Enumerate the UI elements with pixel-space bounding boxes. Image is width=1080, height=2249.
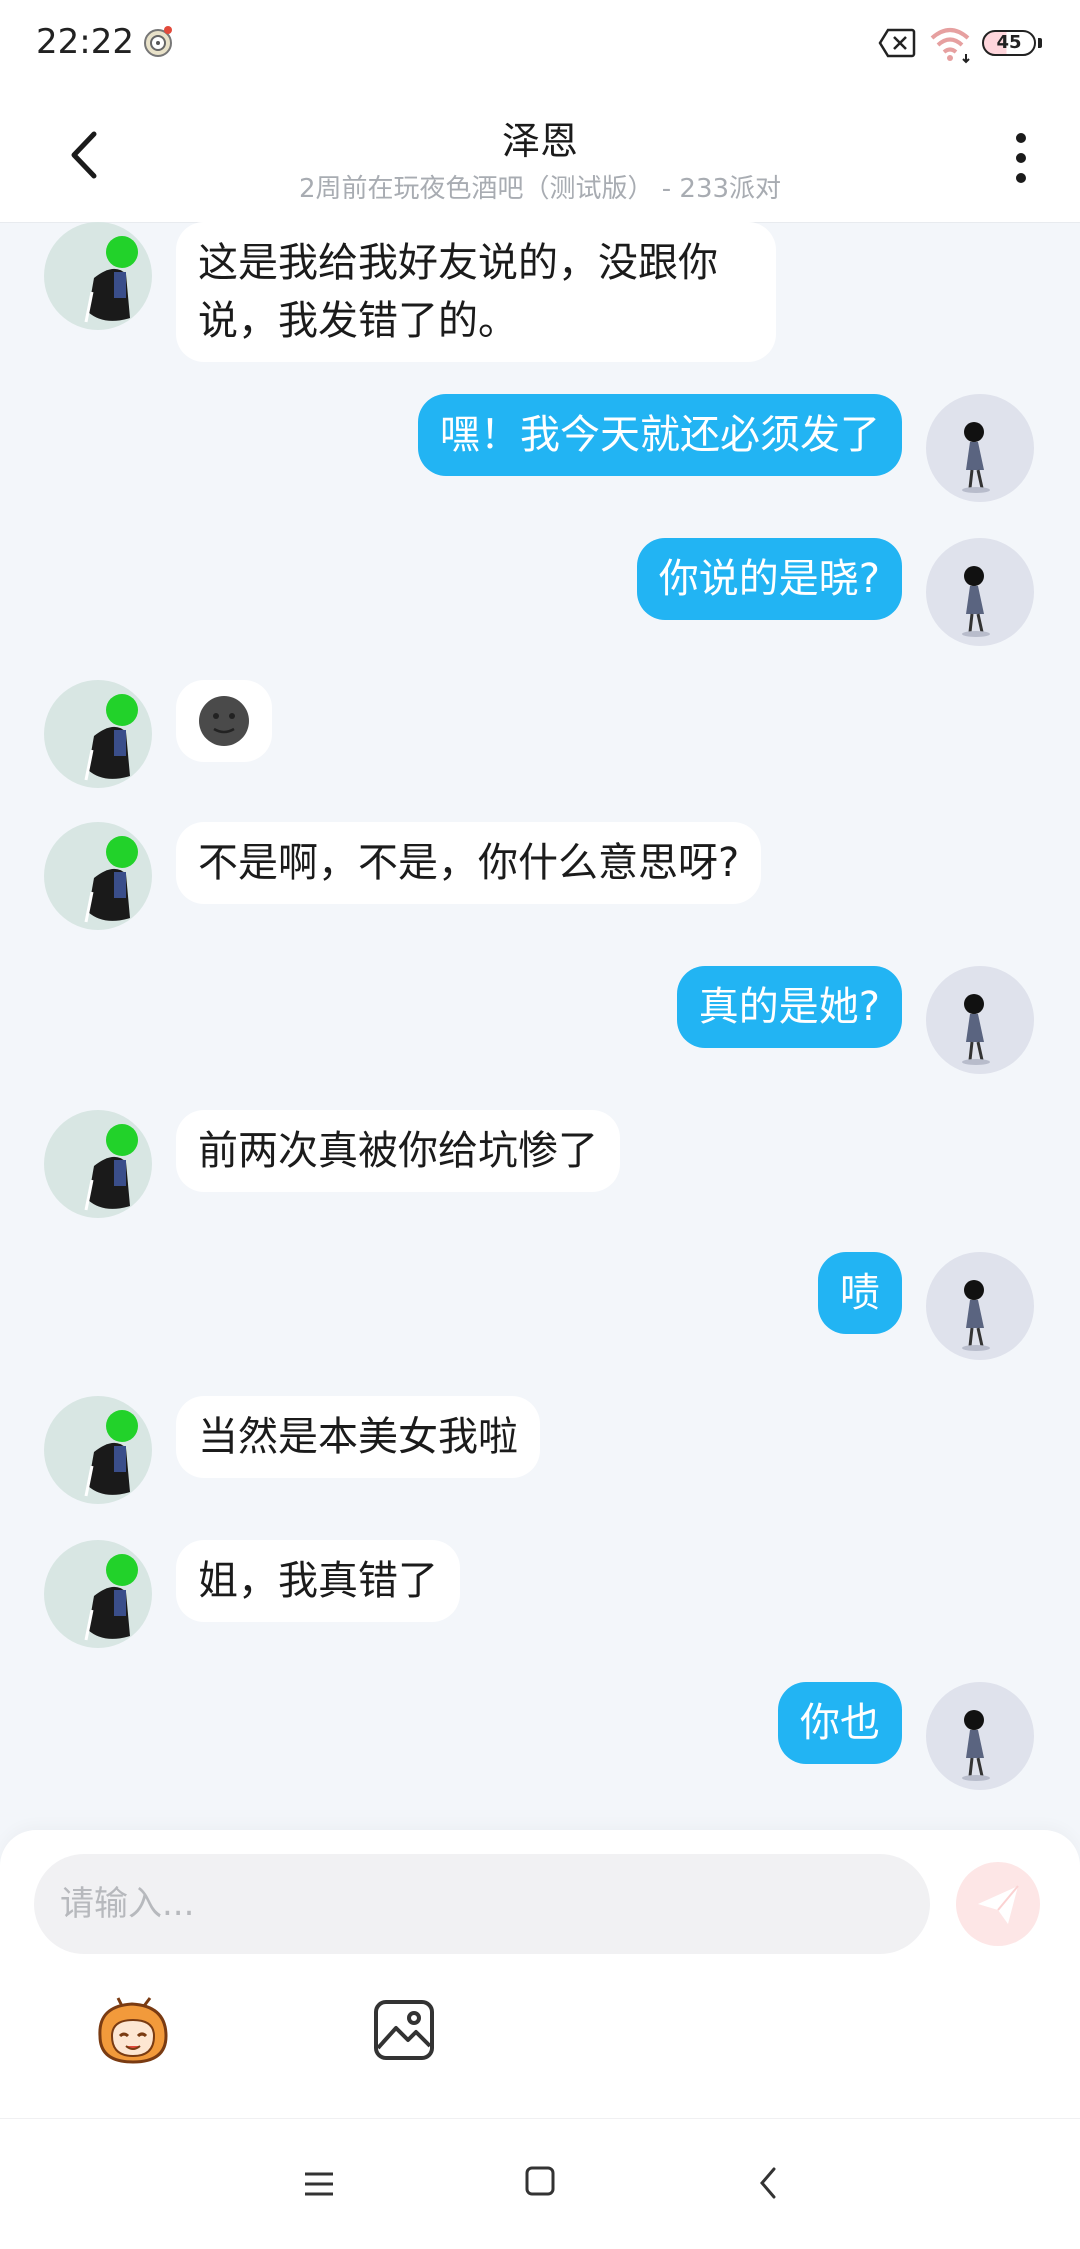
my-avatar[interactable] [926,966,1034,1074]
more-vertical-icon[interactable] [996,128,1046,188]
contact-name: 泽恩 [501,119,578,163]
message-incoming: 前两次真被你给坑惨了 [0,1110,1080,1220]
message-list[interactable]: 这是我给我好友说的，没跟你说，我发错了的。 嘿！我今天就还必须发了 你说的是晓?… [0,222,1080,1830]
message-bubble[interactable]: 你也 [778,1682,902,1764]
my-avatar[interactable] [926,394,1034,502]
composer-panel [0,1830,1080,2118]
message-bubble[interactable]: 真的是她? [676,966,902,1048]
contact-status: 2周前在玩夜色酒吧（测试版） - 233派对 [298,174,782,204]
emoji-message[interactable]: 🌚 [176,680,272,762]
message-bubble[interactable]: 啧 [818,1252,902,1334]
new-moon-face-icon [199,696,249,746]
message-bubble[interactable]: 你说的是晓? [636,538,902,620]
friend-avatar[interactable] [44,222,152,330]
message-incoming: 不是啊，不是，你什么意思呀? [0,822,1080,932]
status-bar: 22:22 45 [0,0,1080,88]
message-outgoing: 你说的是晓? [0,538,1080,648]
menu-icon[interactable] [302,2167,336,2201]
message-bubble[interactable]: 姐，我真错了 [176,1540,460,1622]
home-icon[interactable] [524,2165,556,2197]
friend-avatar[interactable] [44,680,152,788]
back-icon[interactable] [756,2163,780,2203]
wifi-icon [930,28,970,64]
friend-avatar[interactable] [44,1540,152,1648]
my-avatar[interactable] [926,538,1034,646]
friend-avatar[interactable] [44,1110,152,1218]
message-outgoing: 你也 [0,1682,1080,1792]
message-outgoing: 啧 [0,1252,1080,1362]
send-button[interactable] [956,1862,1040,1946]
alarm-app-icon [144,26,172,57]
message-input[interactable] [34,1854,930,1954]
chat-header: 泽恩 2周前在玩夜色酒吧（测试版） - 233派对 [0,88,1080,223]
battery-tip [1038,38,1042,48]
message-incoming: 这是我给我好友说的，没跟你说，我发错了的。 [0,222,1080,362]
message-bubble[interactable]: 当然是本美女我啦 [176,1396,540,1478]
system-nav-bar [0,2118,1080,2249]
battery-icon: 45 [982,30,1036,56]
message-bubble[interactable]: 这是我给我好友说的，没跟你说，我发错了的。 [176,222,776,362]
my-avatar[interactable] [926,1682,1034,1790]
message-bubble[interactable]: 前两次真被你给坑惨了 [176,1110,620,1192]
image-icon[interactable] [372,1998,436,2062]
friend-avatar[interactable] [44,822,152,930]
message-outgoing: 嘿！我今天就还必须发了 [0,394,1080,504]
emoji-sticker-icon[interactable] [92,1996,174,2066]
message-bubble[interactable]: 嘿！我今天就还必须发了 [418,394,902,476]
status-time: 22:22 [36,22,134,62]
no-sim-icon [878,28,916,58]
message-incoming: 姐，我真错了 [0,1540,1080,1650]
paper-plane-icon [978,1885,1019,1924]
message-outgoing: 真的是她? [0,966,1080,1076]
friend-avatar[interactable] [44,1396,152,1504]
my-avatar[interactable] [926,1252,1034,1360]
message-bubble[interactable]: 不是啊，不是，你什么意思呀? [176,822,762,904]
message-incoming: 🌚 [0,680,1080,790]
message-incoming: 当然是本美女我啦 [0,1396,1080,1506]
